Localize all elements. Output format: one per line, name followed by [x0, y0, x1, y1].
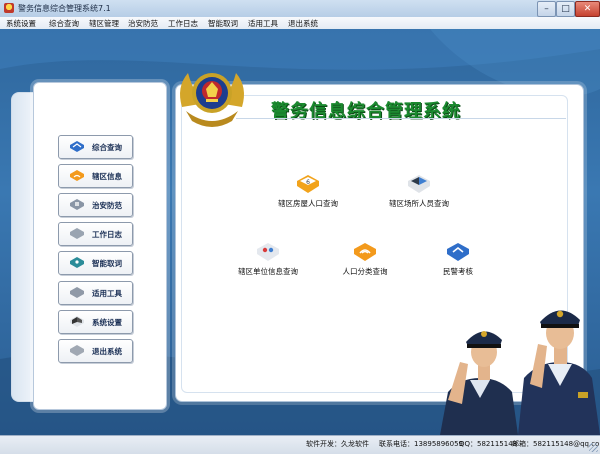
status-phone: 联系电话：13895896059 — [379, 440, 463, 448]
title-bar: 警务信息综合管理系统7.1 – □ ✕ — [0, 0, 600, 18]
menu-tools[interactable]: 适用工具 — [248, 18, 278, 29]
grid-item-label: 人口分类查询 — [342, 267, 388, 276]
main-title: 警务信息综合管理系统 — [271, 101, 461, 122]
gray-square-icon — [70, 199, 84, 210]
blackwhite-square-icon — [408, 175, 430, 193]
nav-label: 辖区信息 — [92, 172, 122, 181]
grid-item-venue-personnel[interactable]: 辖区场所人员查询 — [369, 175, 469, 209]
rss-orange-icon — [70, 170, 84, 181]
menu-security-prevention[interactable]: 治安防范 — [128, 18, 158, 29]
police-emblem-icon — [180, 73, 244, 127]
minimize-button[interactable]: – — [537, 1, 556, 17]
status-developer: 软件开发：久龙软件 — [306, 440, 369, 448]
menu-comprehensive-query[interactable]: 综合查询 — [49, 18, 79, 29]
nav-button-district-info[interactable]: 辖区信息 — [58, 164, 133, 188]
nav-label: 系统设置 — [92, 318, 122, 327]
grid-item-label: 民警考核 — [443, 267, 473, 276]
status-qq: QQ：582115148 — [459, 440, 518, 448]
menu-work-log[interactable]: 工作日志 — [168, 18, 198, 29]
menu-smart-capture[interactable]: 智能取词 — [208, 18, 238, 29]
menu-system-settings[interactable]: 系统设置 — [6, 18, 36, 29]
resize-grip[interactable] — [589, 443, 598, 452]
status-email: 邮箱：582115148@qq.com — [512, 440, 600, 448]
nav-label: 退出系统 — [92, 347, 122, 356]
close-button[interactable]: ✕ — [575, 1, 600, 17]
nav-button-smart-capture[interactable]: 智能取词 — [58, 251, 133, 275]
menu-exit[interactable]: 退出系统 — [288, 18, 318, 29]
nav-button-tools[interactable]: 适用工具 — [58, 281, 133, 305]
nav-button-work-log[interactable]: 工作日志 — [58, 222, 133, 246]
orange-six-icon: 6 — [297, 175, 319, 193]
nav-label: 智能取词 — [92, 259, 122, 268]
nav-button-exit[interactable]: 退出系统 — [58, 339, 133, 363]
gray-block-icon — [70, 287, 84, 298]
police-officers-illustration — [440, 310, 600, 435]
nav-label: 适用工具 — [92, 289, 122, 298]
nav-label: 治安防范 — [92, 201, 122, 210]
window-title: 警务信息综合管理系统7.1 — [18, 4, 111, 13]
hexagon-blue-icon — [70, 141, 84, 152]
nav-button-security-prevention[interactable]: 治安防范 — [58, 193, 133, 217]
nav-label: 工作日志 — [92, 230, 122, 239]
teal-box-icon — [70, 257, 84, 268]
svg-text:6: 6 — [306, 179, 310, 186]
status-bar: 软件开发：久龙软件 联系电话：13895896059 QQ：582115148 … — [0, 435, 600, 454]
grid-item-label: 辖区场所人员查询 — [389, 199, 449, 208]
redblue-dot-icon — [257, 243, 279, 261]
nav-label: 综合查询 — [92, 143, 122, 152]
blackwhite-icon — [70, 316, 84, 327]
grid-item-police-assessment[interactable]: 民警考核 — [408, 243, 508, 277]
nav-button-system-settings[interactable]: 系统设置 — [58, 310, 133, 334]
gray-exit-icon — [70, 345, 84, 356]
maximize-button[interactable]: □ — [556, 1, 575, 17]
app-emblem-icon — [4, 3, 14, 13]
menu-district-management[interactable]: 辖区管理 — [89, 18, 119, 29]
grid-item-house-population[interactable]: 6 辖区房屋人口查询 — [258, 175, 358, 209]
title-divider — [236, 118, 566, 119]
hexagon-blue-icon — [447, 243, 469, 261]
grid-item-label: 辖区单位信息查询 — [238, 267, 298, 276]
grid-item-label: 辖区房屋人口查询 — [278, 199, 338, 208]
grid-item-population-category[interactable]: 人口分类查询 — [315, 243, 415, 277]
rss-orange-icon — [354, 243, 376, 261]
gray-box-icon — [70, 228, 84, 239]
nav-button-comprehensive-query[interactable]: 综合查询 — [58, 135, 133, 159]
grid-item-unit-info[interactable]: 辖区单位信息查询 — [218, 243, 318, 277]
